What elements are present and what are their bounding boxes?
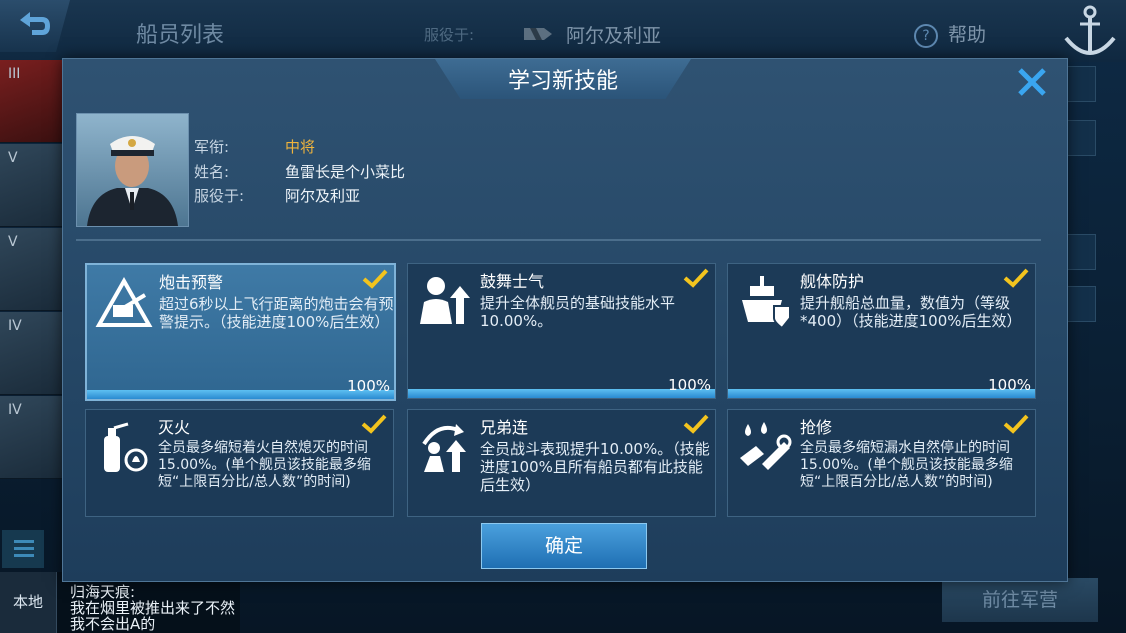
skill-card-brotherhood[interactable]: 兄弟连 全员战斗表现提升10.00%。（技能进度100%且所有船员都有此技能后生… [407, 409, 716, 517]
confirm-button[interactable]: 确定 [481, 523, 647, 569]
skill-name: 鼓舞士气 [480, 272, 545, 291]
serve-value: 阿尔及利亚 [285, 187, 361, 205]
close-icon[interactable] [1015, 65, 1049, 99]
ship-list: III V V IV IV [0, 60, 62, 530]
ship-tier: IV [8, 402, 22, 418]
rank-value: 中将 [285, 138, 316, 156]
skill-name: 炮击预警 [159, 273, 224, 292]
skill-desc: 提升全体舰员的基础技能水平10.00%。 [480, 294, 676, 330]
serve-label: 服役于: [194, 187, 245, 205]
ship-tier: III [8, 66, 21, 82]
local-channel-button[interactable]: 本地 [0, 572, 57, 633]
skill-desc: 全员战斗表现提升10.00%。（技能进度100%且所有船员都有此技能后生效） [480, 440, 710, 494]
skill-desc: 超过6秒以上飞行距离的炮击会有预警提示。（技能进度100%后生效） [159, 295, 394, 331]
nation-flag-icon [524, 28, 552, 40]
chat-message: 归海天痕: 我在烟里被推出来了不然我不会出A的 [70, 584, 240, 632]
officer-avatar-icon [87, 136, 178, 226]
list-menu-button[interactable] [2, 530, 44, 568]
repair-icon [740, 422, 792, 470]
dialog-title: 学习新技能 [507, 69, 618, 94]
skill-card-emergency-repair[interactable]: 抢修 全员最多缩短漏水自然停止的时间15.00%。(单个舰员该技能最多缩短“上限… [727, 409, 1036, 517]
check-icon [1003, 268, 1029, 288]
brotherhood-icon [422, 424, 466, 472]
back-arrow-icon [20, 12, 50, 35]
skill-name: 灭火 [158, 418, 191, 437]
help-label: 帮助 [948, 24, 987, 46]
rank-label: 军衔: [194, 138, 230, 156]
bg-panel-box [1064, 66, 1096, 102]
ship-card[interactable]: V [0, 228, 62, 311]
skill-name: 舰体防护 [800, 272, 865, 291]
skill-progress-value: 100% [988, 376, 1031, 394]
fire-extinguisher-icon [104, 422, 148, 472]
check-icon [1003, 414, 1029, 434]
check-icon [683, 414, 709, 434]
help-button[interactable]: ? 帮助 [914, 20, 986, 48]
skill-card-hull-protection[interactable]: 舰体防护 提升舰船总血量，数值为（等级*400）（技能进度100%后生效） 10… [727, 263, 1036, 399]
skill-progress-value: 100% [668, 376, 711, 394]
divider [76, 239, 1041, 241]
bg-panel-box [1064, 234, 1096, 270]
serve-label: 服役于: [424, 26, 475, 44]
ship-card[interactable]: IV [0, 396, 62, 479]
nation-name: 阿尔及利亚 [566, 25, 662, 47]
goto-barracks-button[interactable]: 前往军营 [942, 578, 1098, 622]
bg-panel-box [1064, 120, 1096, 156]
ship-card[interactable]: V [0, 144, 62, 227]
ship-tier: IV [8, 318, 22, 334]
check-icon [683, 268, 709, 288]
name-label: 姓名: [194, 163, 230, 181]
ship-tier: V [8, 150, 18, 166]
skill-desc: 全员最多缩短着火自然熄灭的时间15.00%。(单个舰员该技能最多缩短“上限百分比… [158, 440, 371, 490]
skill-name: 兄弟连 [480, 418, 529, 437]
learn-skill-dialog: 学习新技能 军衔: 中将 姓名: 鱼雷长是个小菜比 服役于: 阿尔及利亚 炮击预… [62, 58, 1068, 582]
bg-panel-box [1064, 286, 1096, 322]
skill-card-artillery-warning[interactable]: 炮击预警 超过6秒以上飞行距离的炮击会有预警提示。（技能进度100%后生效） 1… [85, 263, 396, 401]
chat-body: 我在烟里被推出来了不然我不会出A的 [70, 600, 236, 632]
check-icon [362, 269, 388, 289]
ship-tier: V [8, 234, 18, 250]
chat-sender: 归海天痕: [70, 583, 136, 601]
artillery-warning-icon [95, 276, 153, 327]
crew-list-title: 船员列表 [136, 23, 225, 48]
skill-desc: 提升舰船总血量，数值为（等级*400）（技能进度100%后生效） [800, 294, 1022, 330]
skill-card-morale[interactable]: 鼓舞士气 提升全体舰员的基础技能水平10.00%。 100% [407, 263, 716, 399]
name-value: 鱼雷长是个小菜比 [285, 163, 406, 181]
skill-card-fire-extinguish[interactable]: 灭火 全员最多缩短着火自然熄灭的时间15.00%。(单个舰员该技能最多缩短“上限… [85, 409, 394, 517]
hull-protection-icon [742, 276, 791, 330]
morale-icon [420, 277, 470, 324]
question-icon: ? [914, 23, 938, 48]
skill-name: 抢修 [800, 418, 833, 437]
check-icon [361, 414, 387, 434]
ship-card[interactable]: IV [0, 312, 62, 395]
skill-progress-value: 100% [347, 377, 390, 395]
skill-desc: 全员最多缩短漏水自然停止的时间15.00%。(单个舰员该技能最多缩短“上限百分比… [800, 440, 1013, 490]
officer-portrait [76, 113, 189, 227]
anchor-icon [1064, 5, 1116, 55]
ship-card[interactable]: III [0, 60, 62, 143]
